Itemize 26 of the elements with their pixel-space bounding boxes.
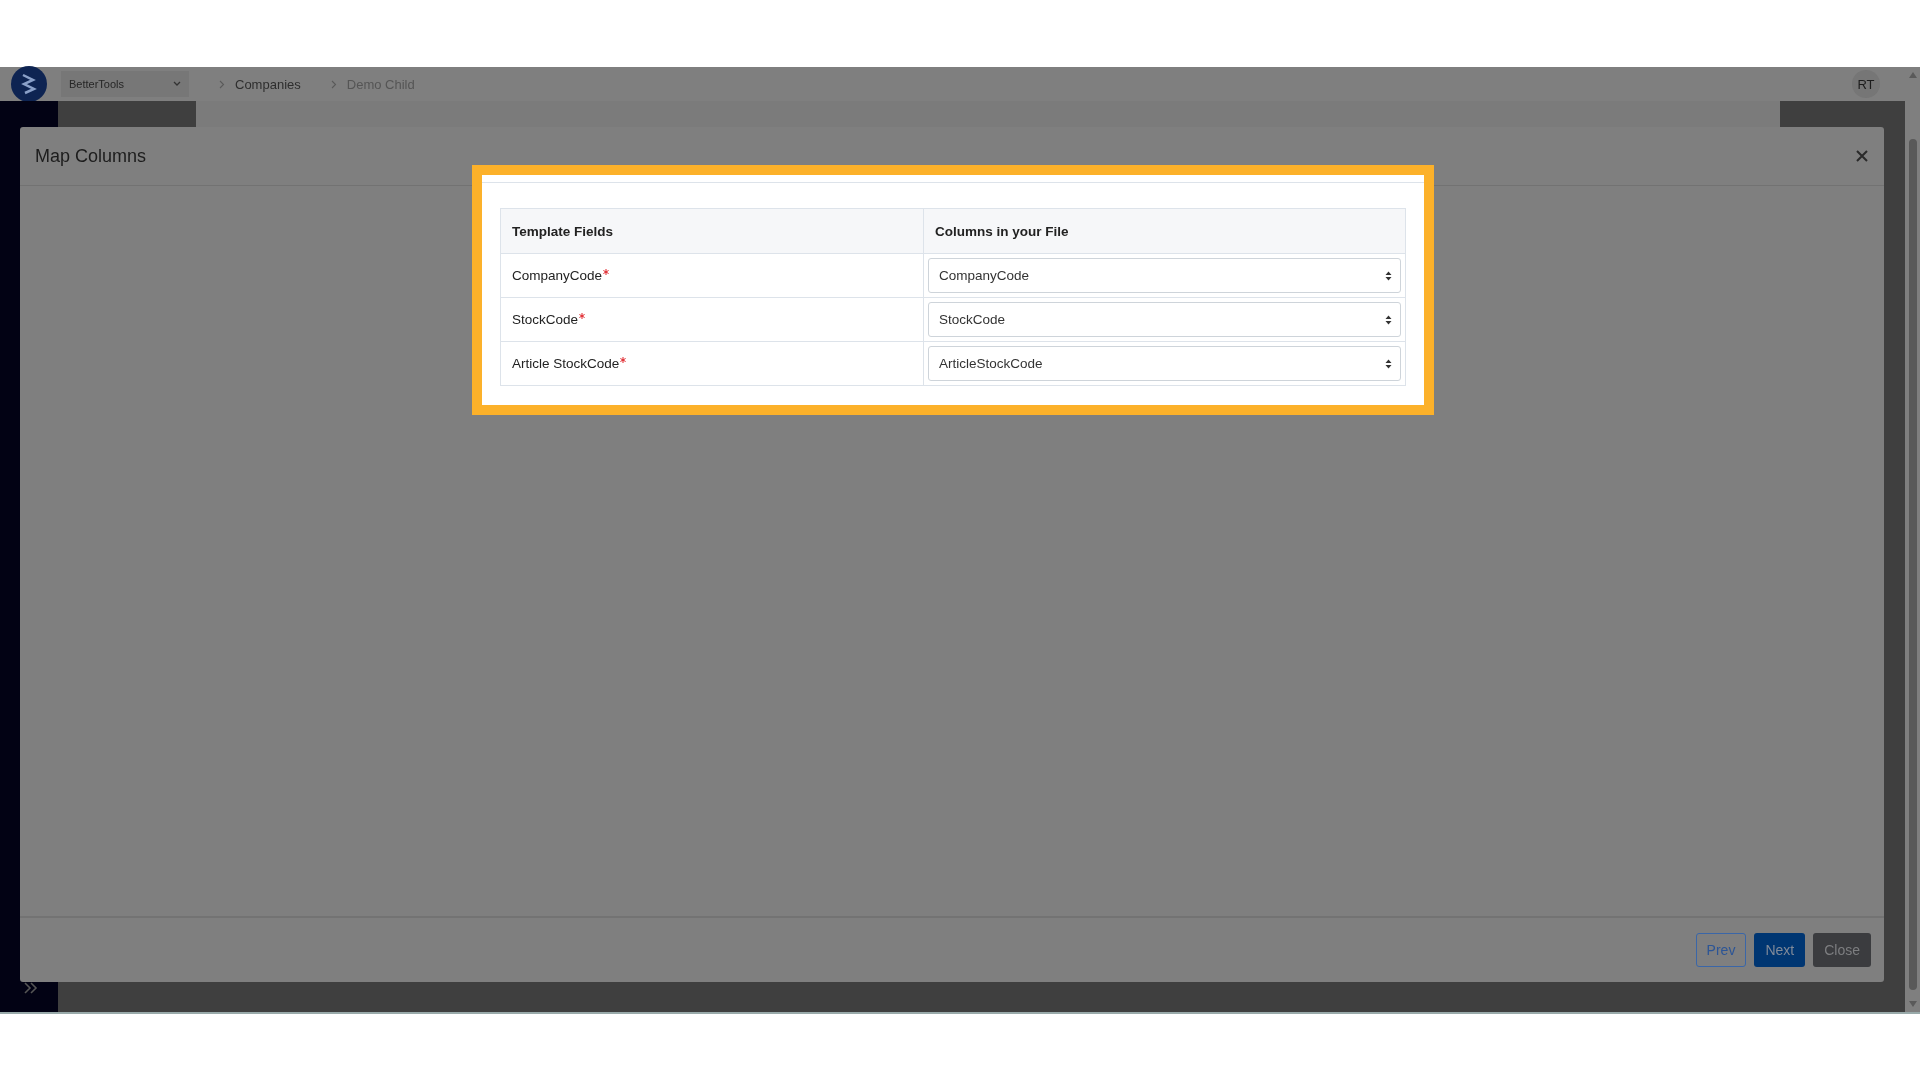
chevron-right-icon xyxy=(330,79,337,89)
double-chevron-right-icon[interactable] xyxy=(24,982,38,994)
modal-title: Map Columns xyxy=(35,145,147,167)
column-header: Template Fields xyxy=(500,208,924,254)
logo-icon xyxy=(11,66,47,102)
chevron-down-icon xyxy=(173,81,181,87)
scroll-up-icon[interactable] xyxy=(1907,71,1918,79)
sort-caret-icon xyxy=(1385,358,1392,369)
column-select[interactable]: StockCode xyxy=(928,302,1401,337)
scroll-down-icon[interactable] xyxy=(1907,1000,1918,1008)
column-select[interactable]: CompanyCode xyxy=(928,258,1401,293)
sort-caret-icon xyxy=(1385,314,1392,325)
secondary-button[interactable]: Close xyxy=(1813,933,1871,967)
company-select[interactable]: BetterTools xyxy=(61,71,189,97)
sort-caret-icon xyxy=(1385,270,1392,281)
column-select[interactable]: ArticleStockCode xyxy=(928,346,1401,381)
primary-button[interactable]: Next xyxy=(1754,933,1806,967)
column-header: Columns in your File xyxy=(923,208,1406,254)
outline-button[interactable]: Prev xyxy=(1695,933,1747,967)
breadcrumb-link[interactable]: Companies xyxy=(235,76,301,92)
user-avatar[interactable]: RT xyxy=(1852,70,1880,98)
field-label: Article StockCode xyxy=(512,356,620,371)
close-icon[interactable] xyxy=(1856,150,1868,162)
field-label: CompanyCode xyxy=(512,268,603,283)
field-label: StockCode xyxy=(512,312,579,327)
chevron-right-icon xyxy=(219,79,225,89)
